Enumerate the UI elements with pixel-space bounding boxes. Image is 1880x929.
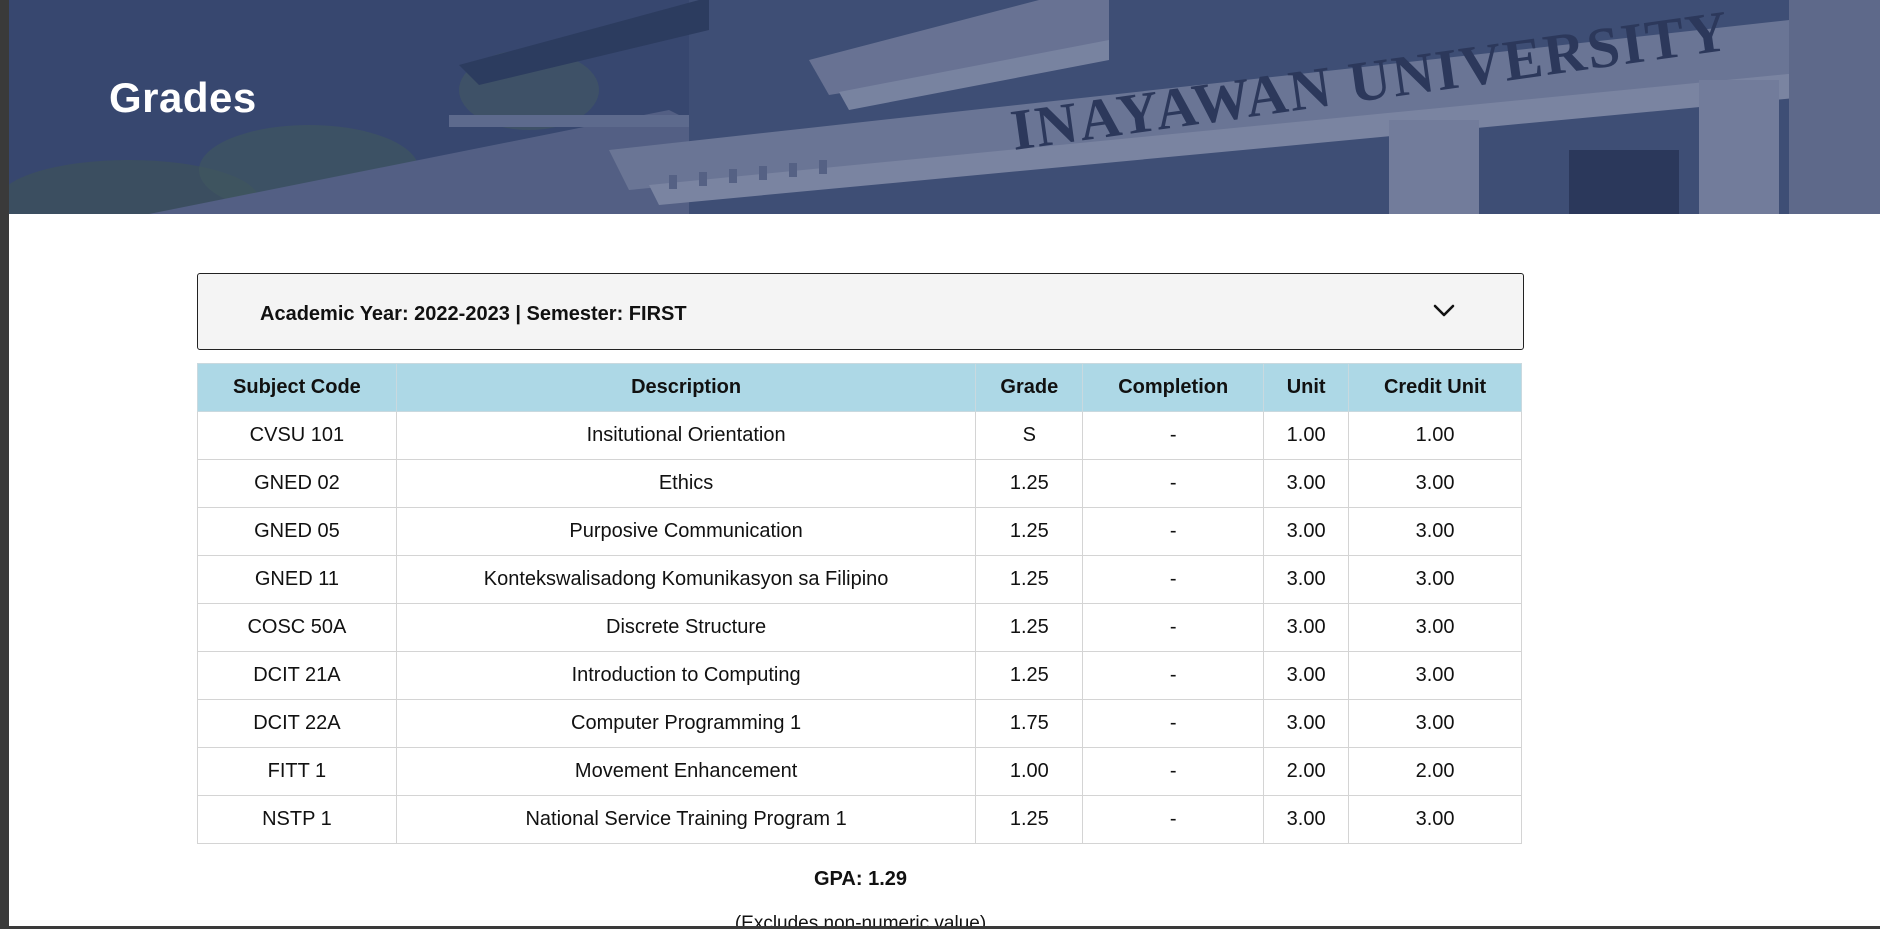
cell-subject-code: GNED 11 xyxy=(197,555,397,604)
table-header-row: Subject Code Description Grade Completio… xyxy=(197,363,1522,412)
table-row: DCIT 21A Introduction to Computing 1.25 … xyxy=(197,651,1522,700)
cell-unit: 3.00 xyxy=(1263,555,1350,604)
header-banner: INAYAWAN UNIVERSITY Grades xyxy=(9,0,1880,214)
cell-grade: 1.25 xyxy=(975,555,1084,604)
cell-subject-code: GNED 05 xyxy=(197,507,397,556)
cell-description: Kontekswalisadong Komunikasyon sa Filipi… xyxy=(395,555,977,604)
term-selector-dropdown[interactable]: Academic Year: 2022-2023 | Semester: FIR… xyxy=(197,273,1524,350)
cell-credit-unit: 3.00 xyxy=(1348,651,1522,700)
cell-description: National Service Training Program 1 xyxy=(395,795,977,844)
header-grade: Grade xyxy=(975,363,1084,412)
cell-credit-unit: 3.00 xyxy=(1348,795,1522,844)
cell-completion: - xyxy=(1082,555,1265,604)
app-window: INAYAWAN UNIVERSITY Grades Academic Year… xyxy=(0,0,1880,926)
header-unit: Unit xyxy=(1263,363,1350,412)
cell-description: Purposive Communication xyxy=(395,507,977,556)
cell-credit-unit: 1.00 xyxy=(1348,411,1522,460)
cell-unit: 3.00 xyxy=(1263,795,1350,844)
cell-unit: 3.00 xyxy=(1263,507,1350,556)
table-row: FITT 1 Movement Enhancement 1.00 - 2.00 … xyxy=(197,747,1522,796)
cell-description: Movement Enhancement xyxy=(395,747,977,796)
cell-grade: 1.75 xyxy=(975,699,1084,748)
cell-completion: - xyxy=(1082,603,1265,652)
cell-description: Discrete Structure xyxy=(395,603,977,652)
table-row: CVSU 101 Insitutional Orientation S - 1.… xyxy=(197,411,1522,460)
cell-completion: - xyxy=(1082,651,1265,700)
page-title: Grades xyxy=(109,74,257,121)
table-row: DCIT 22A Computer Programming 1 1.75 - 3… xyxy=(197,699,1522,748)
cell-completion: - xyxy=(1082,507,1265,556)
header-credit-unit: Credit Unit xyxy=(1348,363,1522,412)
cell-credit-unit: 3.00 xyxy=(1348,699,1522,748)
cell-subject-code: CVSU 101 xyxy=(197,411,397,460)
cell-completion: - xyxy=(1082,459,1265,508)
cell-grade: 1.25 xyxy=(975,507,1084,556)
cell-grade: S xyxy=(975,411,1084,460)
cell-completion: - xyxy=(1082,411,1265,460)
header-subject-code: Subject Code xyxy=(197,363,397,412)
cell-subject-code: GNED 02 xyxy=(197,459,397,508)
cell-subject-code: COSC 50A xyxy=(197,603,397,652)
cell-description: Computer Programming 1 xyxy=(395,699,977,748)
cell-credit-unit: 3.00 xyxy=(1348,603,1522,652)
gpa-note: (Excludes non-numeric value) xyxy=(734,913,987,926)
cell-unit: 3.00 xyxy=(1263,651,1350,700)
grades-table: Subject Code Description Grade Completio… xyxy=(197,363,1522,844)
cell-unit: 3.00 xyxy=(1263,699,1350,748)
table-row: GNED 02 Ethics 1.25 - 3.00 3.00 xyxy=(197,459,1522,508)
table-row: GNED 11 Kontekswalisadong Komunikasyon s… xyxy=(197,555,1522,604)
cell-description: Ethics xyxy=(395,459,977,508)
cell-subject-code: DCIT 22A xyxy=(197,699,397,748)
cell-unit: 3.00 xyxy=(1263,459,1350,508)
cell-credit-unit: 3.00 xyxy=(1348,459,1522,508)
cell-unit: 2.00 xyxy=(1263,747,1350,796)
cell-unit: 1.00 xyxy=(1263,411,1350,460)
term-selector-label: Academic Year: 2022-2023 | Semester: FIR… xyxy=(260,303,687,325)
table-row: GNED 05 Purposive Communication 1.25 - 3… xyxy=(197,507,1522,556)
cell-grade: 1.25 xyxy=(975,603,1084,652)
cell-unit: 3.00 xyxy=(1263,603,1350,652)
chevron-down-icon[interactable] xyxy=(1431,298,1457,324)
gpa-value: GPA: 1.29 xyxy=(814,868,907,890)
cell-grade: 1.00 xyxy=(975,747,1084,796)
table-row: COSC 50A Discrete Structure 1.25 - 3.00 … xyxy=(197,603,1522,652)
cell-description: Introduction to Computing xyxy=(395,651,977,700)
cell-grade: 1.25 xyxy=(975,459,1084,508)
table-row: NSTP 1 National Service Training Program… xyxy=(197,795,1522,844)
cell-credit-unit: 2.00 xyxy=(1348,747,1522,796)
cell-subject-code: NSTP 1 xyxy=(197,795,397,844)
cell-subject-code: DCIT 21A xyxy=(197,651,397,700)
header-description: Description xyxy=(395,363,977,412)
cell-completion: - xyxy=(1082,795,1265,844)
cell-credit-unit: 3.00 xyxy=(1348,555,1522,604)
cell-credit-unit: 3.00 xyxy=(1348,507,1522,556)
cell-completion: - xyxy=(1082,699,1265,748)
cell-subject-code: FITT 1 xyxy=(197,747,397,796)
cell-completion: - xyxy=(1082,747,1265,796)
cell-grade: 1.25 xyxy=(975,651,1084,700)
cell-description: Insitutional Orientation xyxy=(395,411,977,460)
cell-grade: 1.25 xyxy=(975,795,1084,844)
header-completion: Completion xyxy=(1082,363,1265,412)
